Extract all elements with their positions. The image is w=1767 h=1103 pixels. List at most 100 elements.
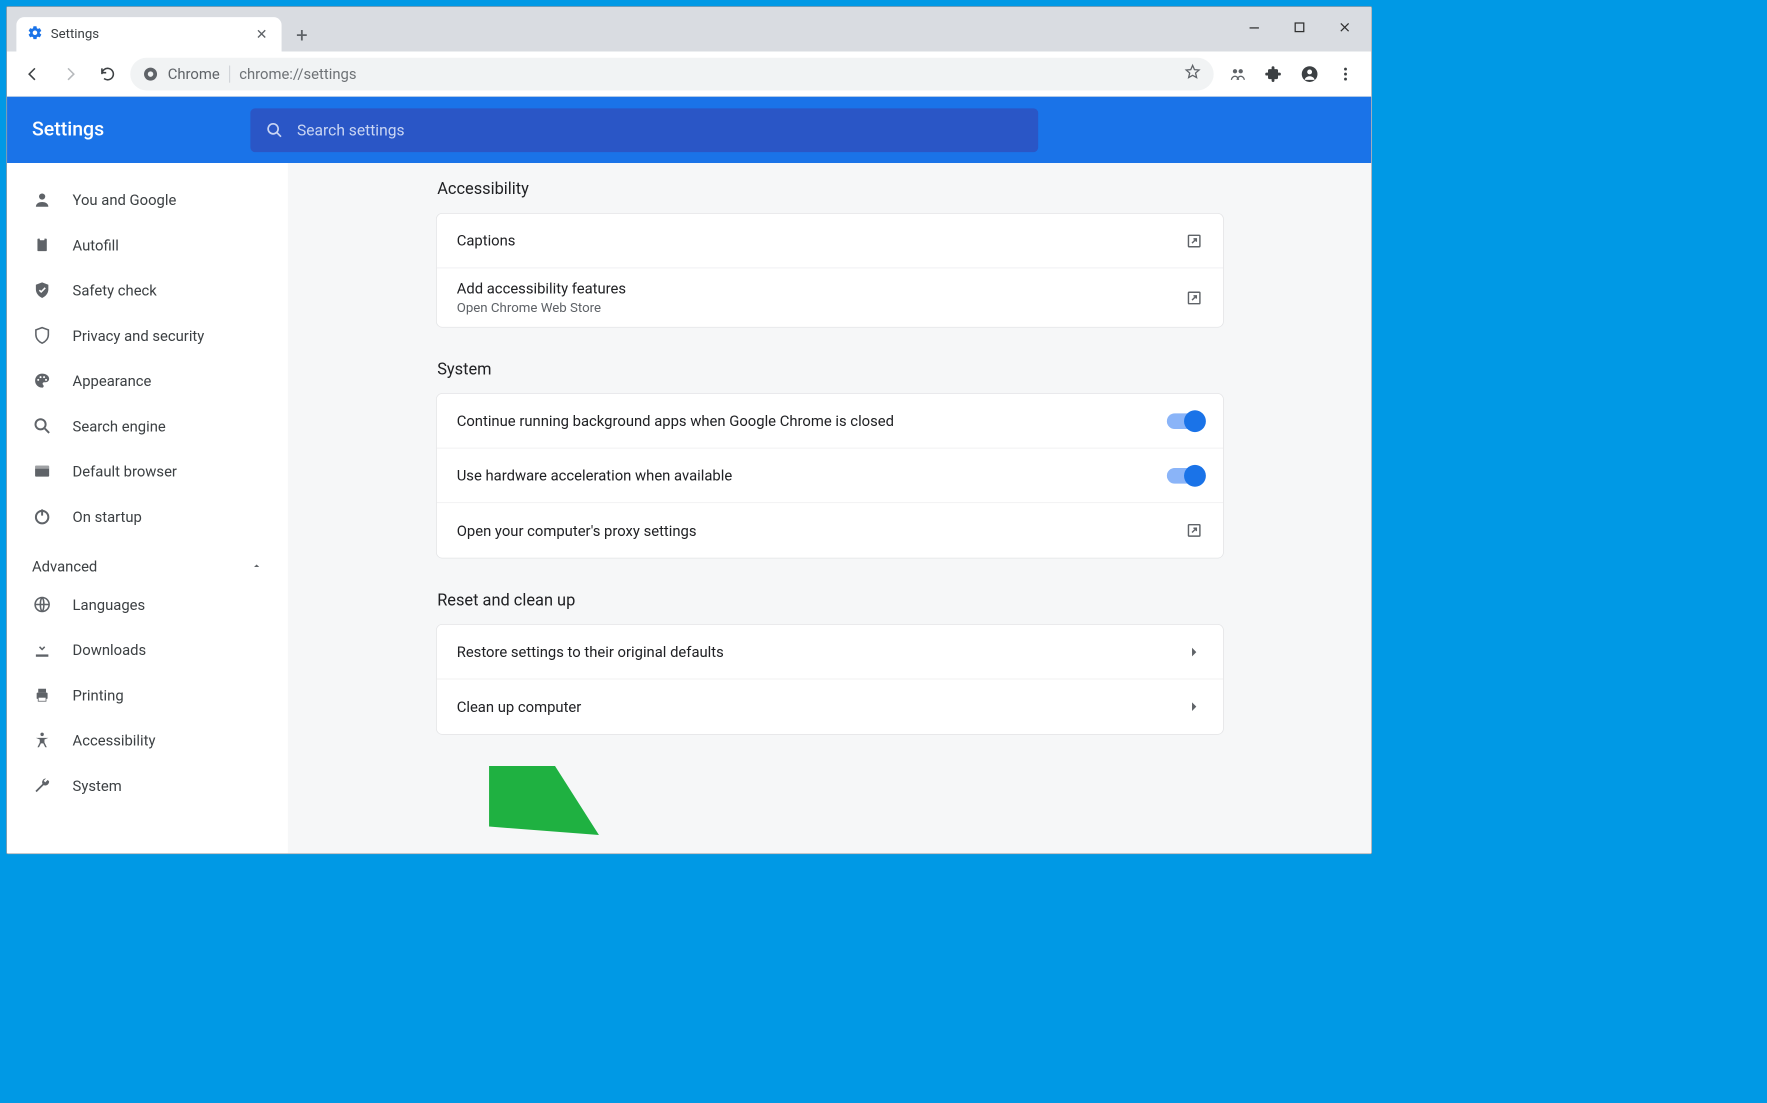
maximize-button[interactable] (1278, 12, 1322, 43)
sidebar-advanced-toggle[interactable]: Advanced (7, 539, 288, 582)
open-external-icon (1185, 522, 1202, 539)
open-external-icon (1185, 232, 1202, 249)
profile-icon[interactable] (1295, 59, 1325, 89)
address-bar: Chrome chrome://settings (7, 51, 1371, 96)
sidebar-item-label: Privacy and security (73, 326, 205, 344)
sidebar-item-label: On startup (73, 507, 142, 525)
sidebar-item-label: Appearance (73, 372, 152, 390)
tab-settings[interactable]: Settings ✕ (16, 17, 281, 51)
omnibox[interactable]: Chrome chrome://settings (130, 57, 1213, 90)
settings-header: Settings Search settings (7, 97, 1371, 163)
omnibox-label: Chrome (168, 65, 220, 83)
sidebar-item-accessibility[interactable]: Accessibility (7, 718, 288, 763)
row-label: Clean up computer (457, 698, 582, 716)
row-hardware-acceleration[interactable]: Use hardware acceleration when available (436, 448, 1222, 503)
sidebar-item-downloads[interactable]: Downloads (7, 627, 288, 672)
omnibox-divider (229, 65, 230, 82)
annotation-arrow (489, 766, 606, 844)
forward-button[interactable] (55, 59, 85, 89)
row-background-apps[interactable]: Continue running background apps when Go… (436, 394, 1222, 449)
row-add-accessibility[interactable]: Add accessibility features Open Chrome W… (436, 268, 1222, 327)
incognito-users-icon[interactable] (1223, 59, 1253, 89)
window-controls (1232, 12, 1366, 43)
wrench-icon (32, 775, 52, 795)
shield-icon (32, 325, 52, 345)
sidebar-item-default-browser[interactable]: Default browser (7, 448, 288, 493)
sidebar-item-label: System (73, 776, 122, 794)
sidebar-item-appearance[interactable]: Appearance (7, 358, 288, 403)
search-settings-input[interactable]: Search settings (250, 108, 1038, 152)
sidebar-item-languages[interactable]: Languages (7, 582, 288, 627)
chrome-logo-icon (143, 66, 159, 82)
advanced-label: Advanced (32, 558, 97, 576)
reload-button[interactable] (93, 59, 123, 89)
section-system-title: System (437, 360, 1223, 379)
settings-title: Settings (32, 119, 104, 142)
extensions-icon[interactable] (1259, 59, 1289, 89)
sidebar-item-system[interactable]: System (7, 763, 288, 808)
content-area[interactable]: Accessibility Captions Add accessibility… (288, 163, 1371, 853)
row-label: Open your computer's proxy settings (457, 521, 697, 539)
toggle-background-apps[interactable] (1166, 413, 1202, 429)
sidebar-item-label: Accessibility (73, 731, 156, 749)
toggle-hardware-acceleration[interactable] (1166, 468, 1202, 484)
sidebar-item-safety-check[interactable]: Safety check (7, 268, 288, 313)
accessibility-icon (32, 730, 52, 750)
omnibox-url: chrome://settings (239, 65, 356, 83)
row-restore-defaults[interactable]: Restore settings to their original defau… (436, 625, 1222, 680)
chevron-right-icon (1185, 698, 1202, 715)
row-label: Restore settings to their original defau… (457, 643, 724, 661)
gear-icon (27, 25, 43, 45)
tab-title: Settings (51, 27, 99, 43)
sidebar-item-you-and-google[interactable]: You and Google (7, 177, 288, 222)
globe-icon (32, 594, 52, 614)
close-tab-icon[interactable]: ✕ (253, 23, 271, 46)
sidebar-item-privacy[interactable]: Privacy and security (7, 313, 288, 358)
sidebar-item-label: Printing (73, 686, 124, 704)
system-card: Continue running background apps when Go… (436, 393, 1224, 558)
row-captions[interactable]: Captions (436, 214, 1222, 269)
titlebar: Settings ✕ + (7, 7, 1371, 51)
minimize-button[interactable] (1232, 12, 1276, 43)
power-icon (32, 506, 52, 526)
printer-icon (32, 685, 52, 705)
sidebar-item-label: Languages (73, 596, 146, 614)
section-reset-title: Reset and clean up (437, 591, 1223, 610)
open-external-icon (1185, 289, 1202, 306)
row-proxy-settings[interactable]: Open your computer's proxy settings (436, 503, 1222, 558)
search-icon (32, 416, 52, 436)
reset-card: Restore settings to their original defau… (436, 624, 1224, 735)
row-clean-up-computer[interactable]: Clean up computer (436, 679, 1222, 734)
sidebar-item-label: Autofill (73, 236, 119, 254)
sidebar: You and Google Autofill Safety check Pri… (7, 163, 288, 853)
sidebar-item-printing[interactable]: Printing (7, 672, 288, 717)
search-icon (266, 121, 283, 138)
sidebar-item-label: Downloads (73, 641, 147, 659)
download-icon (32, 640, 52, 660)
back-button[interactable] (18, 59, 48, 89)
sidebar-item-label: You and Google (73, 191, 177, 209)
person-icon (32, 190, 52, 210)
browser-window: Settings ✕ + Chrome chrome://settings (6, 6, 1372, 854)
browser-icon (32, 461, 52, 481)
section-accessibility-title: Accessibility (437, 180, 1223, 199)
main-area: You and Google Autofill Safety check Pri… (7, 163, 1371, 853)
sidebar-item-label: Safety check (73, 281, 157, 299)
close-window-button[interactable] (1323, 12, 1367, 43)
clipboard-icon (32, 235, 52, 255)
chevron-up-icon (250, 558, 262, 576)
row-sublabel: Open Chrome Web Store (457, 300, 626, 316)
bookmark-star-icon[interactable] (1184, 63, 1201, 84)
sidebar-item-label: Default browser (73, 462, 177, 480)
sidebar-item-autofill[interactable]: Autofill (7, 222, 288, 267)
new-tab-button[interactable]: + (286, 20, 317, 51)
row-label: Continue running background apps when Go… (457, 412, 894, 430)
sidebar-item-on-startup[interactable]: On startup (7, 494, 288, 539)
accessibility-card: Captions Add accessibility features Open… (436, 213, 1224, 328)
sidebar-item-search-engine[interactable]: Search engine (7, 403, 288, 448)
chevron-right-icon (1185, 643, 1202, 660)
search-placeholder: Search settings (297, 121, 405, 140)
kebab-menu-icon[interactable] (1331, 59, 1361, 89)
row-label: Captions (457, 232, 516, 250)
shield-check-icon (32, 280, 52, 300)
